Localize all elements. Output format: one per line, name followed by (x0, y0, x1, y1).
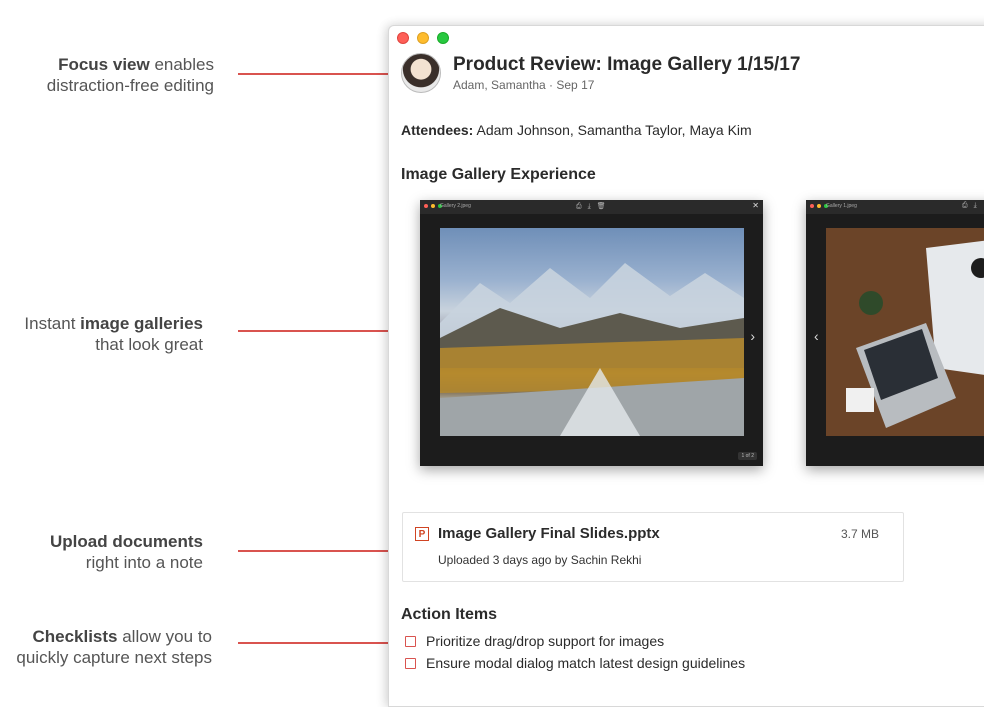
callout-strong: image galleries (80, 314, 203, 333)
checkbox[interactable] (405, 636, 416, 647)
attendees-names: Adam Johnson, Samantha Taylor, Maya Kim (476, 122, 752, 138)
callout-upload-documents: Upload documents right into a note (50, 531, 203, 573)
thumbnail-titlebar: Gallery 1.jpeg ⎙⤓ (806, 200, 984, 214)
callout-line2: quickly capture next steps (16, 648, 212, 667)
callout-line2: that look great (95, 335, 203, 354)
callout-strong: Upload documents (49, 532, 203, 551)
gallery-heading: Image Gallery Experience (401, 166, 596, 183)
note-title[interactable]: Product Review: Image Gallery 1/15/17 (453, 54, 800, 76)
thumbnail-titlebar: Gallery 2.jpeg ⎙⤓🗑 ✕ (420, 200, 763, 214)
callout-line2: distraction-free editing (46, 76, 214, 95)
thumbnail-filename: Gallery 2.jpeg (440, 203, 471, 209)
callout-text: allow you to (117, 627, 212, 646)
close-icon[interactable]: ✕ (752, 201, 759, 210)
desk-photo (826, 228, 984, 436)
attachment-meta: Uploaded 3 days ago by Sachin Rekhi (438, 553, 642, 567)
checklist-item-label[interactable]: Prioritize drag/drop support for images (426, 633, 664, 649)
gallery-thumbnail[interactable]: Gallery 1.jpeg ⎙⤓ ‹ (806, 200, 984, 466)
attachment-size: 3.7 MB (841, 527, 880, 541)
image-counter: 1 of 2 (738, 452, 757, 460)
callout-leader-line (238, 73, 388, 75)
checklist-item-label[interactable]: Ensure modal dialog match latest design … (426, 655, 745, 671)
callout-text: Instant (24, 314, 81, 333)
note-subtitle: Adam, Samantha · Sep 17 (453, 78, 595, 92)
attendees-line[interactable]: Attendees: Adam Johnson, Samantha Taylor… (401, 122, 752, 138)
avatar (401, 53, 441, 93)
powerpoint-file-icon: P (415, 527, 429, 541)
close-window-button[interactable] (397, 32, 409, 44)
checklist-item: Prioritize drag/drop support for images (405, 633, 664, 649)
callout-strong: Focus view (58, 55, 150, 74)
checklist-item: Ensure modal dialog match latest design … (405, 655, 745, 671)
action-items-heading: Action Items (401, 606, 498, 623)
attendees-label: Attendees: (401, 122, 474, 138)
mountain-photo (440, 228, 744, 436)
attachment-name[interactable]: Image Gallery Final Slides.pptx (438, 525, 660, 542)
callout-leader-line (238, 642, 388, 644)
zoom-window-button[interactable] (437, 32, 449, 44)
callout-focus-view: Focus view enables distraction-free edit… (47, 54, 214, 96)
checkbox[interactable] (405, 658, 416, 669)
callout-image-galleries: Instant image galleries that look great (24, 313, 203, 355)
next-arrow-icon[interactable]: › (750, 328, 755, 344)
minimize-window-button[interactable] (417, 32, 429, 44)
thumbnail-tools-icon[interactable]: ⎙⤓🗑 (576, 202, 612, 211)
note-window: Product Review: Image Gallery 1/15/17 Ad… (388, 25, 984, 707)
callout-leader-line (238, 330, 388, 332)
callout-leader-line (238, 550, 388, 552)
thumbnail-filename: Gallery 1.jpeg (826, 203, 857, 209)
callout-checklists: Checklists allow you to quickly capture … (16, 626, 212, 668)
thumbnail-tools-icon[interactable]: ⎙⤓ (962, 202, 983, 210)
callout-strong: Checklists (32, 627, 118, 646)
attachment-card[interactable]: P Image Gallery Final Slides.pptx 3.7 MB… (402, 512, 904, 582)
window-controls (397, 32, 449, 44)
previous-arrow-icon[interactable]: ‹ (814, 328, 819, 344)
gallery-thumbnail[interactable]: Gallery 2.jpeg ⎙⤓🗑 ✕ › 1 of 2 (420, 200, 763, 466)
callout-text: enables (149, 55, 214, 74)
callout-line2: right into a note (85, 553, 203, 572)
